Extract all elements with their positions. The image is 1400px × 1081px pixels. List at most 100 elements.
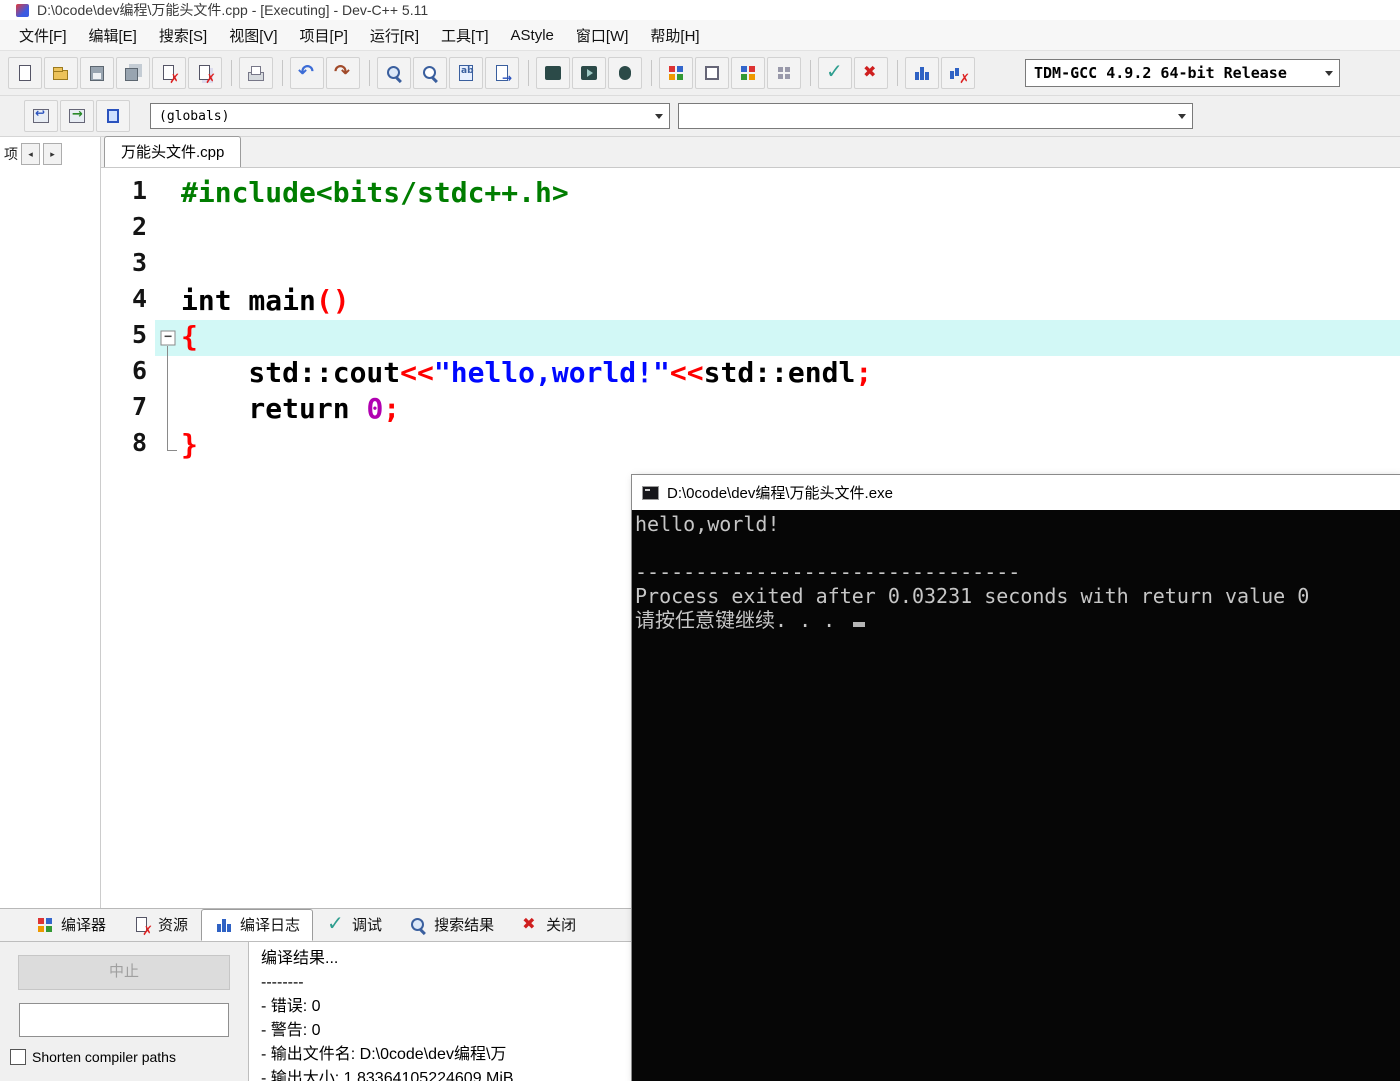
code-token: (): [315, 284, 350, 317]
tab-scroll-right-button[interactable]: [43, 143, 62, 165]
find-button[interactable]: [377, 57, 411, 89]
editor-line: 8}: [101, 428, 1400, 464]
abort-compilation-icon: [861, 62, 881, 83]
console-line: 请按任意键继续. . .: [635, 608, 1400, 632]
replace-button[interactable]: [449, 57, 483, 89]
menu-item-9[interactable]: 帮助[H]: [639, 25, 710, 46]
code-text: int main(): [181, 284, 1400, 320]
save-all-button[interactable]: [116, 57, 150, 89]
menu-item-2[interactable]: 搜索[S]: [148, 25, 218, 46]
code-token: "hello,world!": [433, 356, 670, 389]
resources-tab-icon: [132, 915, 153, 939]
tab-resources[interactable]: 资源: [119, 909, 201, 941]
goto-line-button[interactable]: [485, 57, 519, 89]
view-project-button[interactable]: [24, 100, 58, 132]
delete-profiling-button[interactable]: [941, 57, 975, 89]
chevron-down-icon: [1178, 114, 1186, 123]
project-browser-header: 项: [0, 137, 100, 165]
view-sidebar-button[interactable]: [96, 100, 130, 132]
undo-button[interactable]: [290, 57, 324, 89]
tab-search-results[interactable]: 搜索结果: [395, 909, 507, 941]
console-line: Process exited after 0.03231 seconds wit…: [635, 584, 1310, 608]
editor-line: 6 std::cout<<"hello,world!"<<std::endl;: [101, 356, 1400, 392]
code-text: std::cout<<"hello,world!"<<std::endl;: [181, 356, 1400, 392]
menu-item-6[interactable]: 工具[T]: [430, 25, 500, 46]
find-in-files-button[interactable]: [413, 57, 447, 89]
tab-label: 搜索结果: [434, 917, 495, 934]
view-buttons: [24, 100, 132, 132]
document-tab[interactable]: 万能头文件.cpp: [104, 136, 242, 167]
code-text: return 0;: [181, 392, 1400, 428]
tab-compile-log[interactable]: 编译日志: [201, 909, 314, 941]
line-number: 2: [131, 212, 147, 241]
fold-gutter: [155, 284, 181, 320]
document-tabbar: 万能头文件.cpp: [101, 136, 1400, 168]
globals-select[interactable]: (globals): [150, 103, 670, 129]
shorten-paths-checkbox[interactable]: [10, 1049, 26, 1065]
rebuild-all-button[interactable]: [695, 57, 729, 89]
fold-box-marker[interactable]: [155, 320, 181, 356]
package-manager-button[interactable]: [767, 57, 801, 89]
redo-button[interactable]: [326, 57, 360, 89]
menu-item-3[interactable]: 视图[V]: [218, 25, 288, 46]
compiler-select[interactable]: TDM-GCC 4.9.2 64-bit Release: [1025, 59, 1340, 87]
fold-gutter: [155, 248, 181, 284]
compile-and-run-button[interactable]: [659, 57, 693, 89]
run-button[interactable]: [572, 57, 606, 89]
menu-item-1[interactable]: 编辑[E]: [78, 25, 148, 46]
tab-compiler[interactable]: 编译器: [22, 909, 119, 941]
close-button[interactable]: [152, 57, 186, 89]
new-file-button[interactable]: [8, 57, 42, 89]
menu-item-0[interactable]: 文件[F]: [8, 25, 78, 46]
close-all-button[interactable]: [188, 57, 222, 89]
line-number: 7: [131, 392, 147, 421]
menu-item-4[interactable]: 项目[P]: [289, 25, 359, 46]
redo-icon: [333, 61, 353, 83]
new-project-icon: [738, 63, 758, 83]
view-report-icon: [67, 106, 87, 126]
print-button[interactable]: [239, 57, 273, 89]
code-token: <<: [400, 356, 434, 389]
console-titlebar[interactable]: D:\0code\dev编程\万能头文件.exe: [632, 475, 1400, 510]
pause-button[interactable]: [608, 57, 642, 89]
abort-button[interactable]: 中止: [18, 955, 230, 990]
console-icon: [642, 485, 659, 501]
new-project-button[interactable]: [731, 57, 765, 89]
profile-button[interactable]: [905, 57, 939, 89]
globals-select-value: (globals): [159, 108, 230, 124]
tab-scroll-left-button[interactable]: [21, 143, 40, 165]
members-select[interactable]: [678, 103, 1193, 129]
find-in-files-icon: [420, 63, 440, 83]
code-token: 0: [366, 392, 384, 425]
save-button[interactable]: [80, 57, 114, 89]
toolbar-separator: [897, 60, 898, 86]
save-icon: [87, 63, 107, 83]
toolbar-separator: [369, 60, 370, 86]
line-number: 8: [131, 428, 147, 457]
project-browser-panel: 项: [0, 137, 101, 908]
tab-debug[interactable]: 调试: [313, 909, 395, 941]
compile-button[interactable]: [536, 57, 570, 89]
debug-tab-icon: [326, 911, 346, 935]
open-button[interactable]: [44, 57, 78, 89]
menu-item-8[interactable]: 窗口[W]: [565, 25, 640, 46]
abort-compilation-button[interactable]: [854, 57, 888, 89]
tab-close[interactable]: 关闭: [507, 909, 589, 941]
fold-line-marker: [155, 392, 181, 428]
titlebar[interactable]: D:\0code\dev编程\万能头文件.cpp - [Executing] -…: [0, 0, 1400, 20]
editor-line: 2: [101, 212, 1400, 248]
code-token: {: [181, 320, 198, 353]
console-output[interactable]: hello,world! ----------------------------…: [632, 510, 1400, 1081]
tab-label: 资源: [158, 917, 189, 934]
rebuild-all-icon: [702, 63, 722, 83]
menu-item-5[interactable]: 运行[R]: [359, 25, 430, 46]
menu-item-7[interactable]: AStyle: [500, 27, 565, 44]
compile-progress-bar: [19, 1003, 229, 1037]
class-browser-toolbar: (globals): [0, 96, 1400, 137]
undo-icon: [297, 61, 317, 83]
syntax-check-button[interactable]: [818, 57, 852, 89]
view-report-button[interactable]: [60, 100, 94, 132]
syntax-check-icon: [825, 59, 845, 83]
compile-controls: 中止 Shorten compiler paths: [0, 942, 249, 1081]
goto-line-icon: [492, 63, 512, 85]
